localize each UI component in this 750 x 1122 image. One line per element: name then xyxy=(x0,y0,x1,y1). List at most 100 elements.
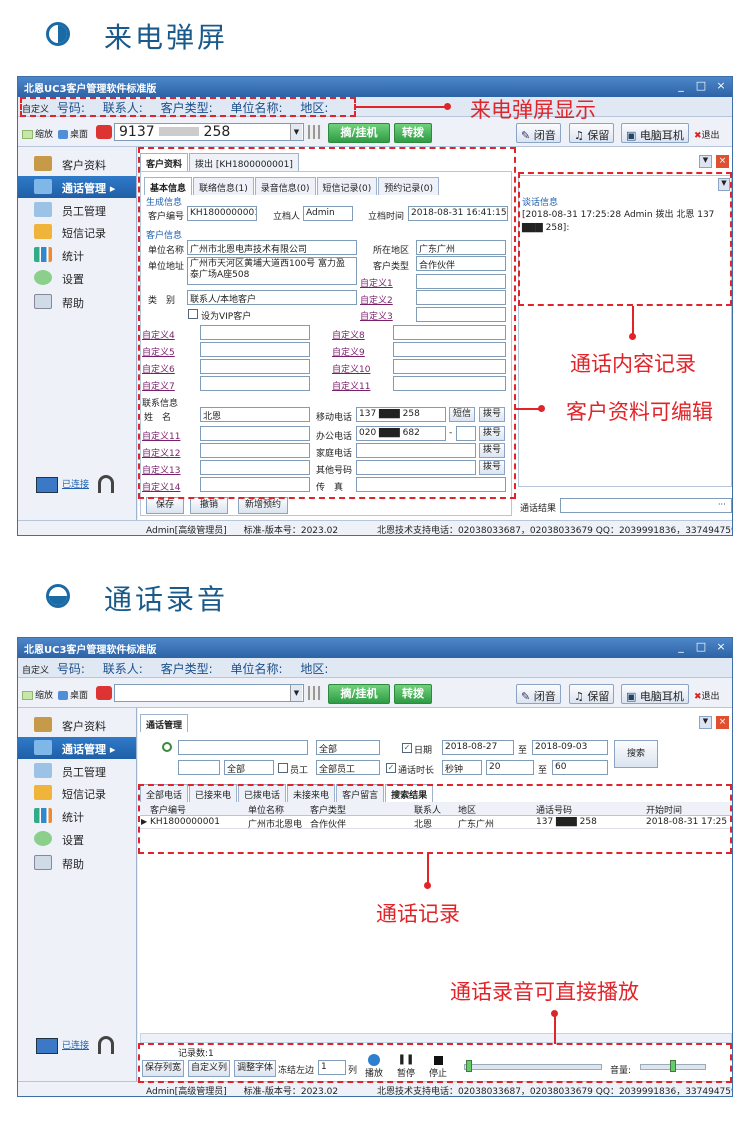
dropdown-arrow-icon-2[interactable]: ▼ xyxy=(290,685,302,701)
mute-button[interactable]: ✎ 闭音 xyxy=(516,123,561,143)
all-select-2[interactable]: 全部 xyxy=(224,760,274,775)
headset-status-icon xyxy=(98,475,114,493)
shrink-button[interactable]: 缩放 xyxy=(22,127,53,140)
chart-icon xyxy=(34,808,52,823)
hangup-button[interactable]: 摘/挂机 xyxy=(328,123,390,143)
exit-button[interactable]: ✖退出 xyxy=(694,128,720,141)
arrow-line-play xyxy=(554,1014,556,1044)
headphone-icon: ♫ xyxy=(574,690,584,703)
sidebar-item-staff[interactable]: 员工管理 xyxy=(18,199,136,221)
dropdown-arrow-icon[interactable]: ▼ xyxy=(290,124,302,140)
customer-icon xyxy=(34,156,52,171)
maximize-button[interactable]: □ xyxy=(694,80,708,93)
headset-button[interactable]: ▣ 电脑耳机 xyxy=(621,123,689,143)
new-appt-button[interactable]: 新增预约 xyxy=(238,497,288,514)
close-button-2[interactable]: × xyxy=(714,641,728,654)
sidebar-item-customers[interactable]: 客户资料 xyxy=(18,714,136,736)
connected-status[interactable]: 已连接 xyxy=(62,477,89,490)
phone-number-input-2[interactable] xyxy=(114,684,304,702)
custom-label-2[interactable]: 自定义 xyxy=(22,666,49,676)
computer-status-icon xyxy=(36,1038,58,1054)
date-checkbox[interactable]: ✓ xyxy=(402,743,412,753)
computer-icon: ▣ xyxy=(626,690,637,703)
date-from-field[interactable]: 2018-08-27 xyxy=(442,740,514,755)
annotation-edit: 客户资料可编辑 xyxy=(566,400,713,424)
arrow-line xyxy=(356,106,446,108)
sidebar-item-customers[interactable]: 客户资料 xyxy=(18,153,136,175)
status-bar: Admin[高级管理员] 标准-版本号：2023.02 北恩技术支持电话：020… xyxy=(18,520,732,535)
status-support-2: 北恩技术支持电话：02038033687，02038033679 QQ：2039… xyxy=(376,1087,733,1097)
status-user-2: Admin[高级管理员] xyxy=(146,1087,227,1097)
connected-status-2[interactable]: 已连接 xyxy=(62,1038,89,1051)
headphone-icon: ♫ xyxy=(574,129,584,142)
horizontal-scrollbar[interactable] xyxy=(140,1033,732,1043)
duration-from-field[interactable]: 20 xyxy=(486,760,534,775)
talk-result-more-icon[interactable]: ··· xyxy=(718,500,726,509)
caller-info-bar-2: 自定义 号码: 联系人: 客户类型: 单位名称: 地区: xyxy=(18,658,732,678)
collapse-icon-2[interactable]: ▼ xyxy=(699,716,712,729)
toolbar: 缩放 桌面 9137 258 ▼ 摘/挂机 转拨 ✎ 闭音 ♫ 保留 ▣ 电脑耳… xyxy=(18,117,732,147)
minimize-button-2[interactable]: _ xyxy=(674,641,688,654)
keyword-select[interactable] xyxy=(178,740,308,755)
sidebar-item-sms[interactable]: 短信记录 xyxy=(18,782,136,804)
tab-call-management[interactable]: 通话管理 xyxy=(140,714,189,732)
transfer-button-2[interactable]: 转拨 xyxy=(394,684,432,704)
keyword-input[interactable] xyxy=(178,760,220,775)
desktop-button-2[interactable]: 桌面 xyxy=(58,688,88,701)
settings-icon xyxy=(34,270,52,285)
sidebar-item-staff[interactable]: 员工管理 xyxy=(18,760,136,782)
mic-icon: ✎ xyxy=(521,690,531,703)
close-tab-icon-2[interactable]: × xyxy=(716,716,729,729)
half-circle-icon xyxy=(46,22,70,46)
save-button[interactable]: 保存 xyxy=(146,497,184,514)
headset-button-2[interactable]: ▣ 电脑耳机 xyxy=(621,684,689,704)
transfer-button[interactable]: 转拨 xyxy=(394,123,432,143)
undo-button[interactable]: 撤销 xyxy=(190,497,228,514)
to-label: 至 xyxy=(518,746,528,756)
mute-button-2[interactable]: ✎ 闭音 xyxy=(516,684,561,704)
talk-result-field[interactable] xyxy=(560,498,732,513)
search-button[interactable]: 搜索 xyxy=(614,740,658,768)
sidebar-item-calls[interactable]: 通话管理 ▸ xyxy=(18,737,136,759)
hangup-button-2[interactable]: 摘/挂机 xyxy=(328,684,390,704)
sidebar-item-settings[interactable]: 设置 xyxy=(18,828,136,850)
close-tab-icon[interactable]: × xyxy=(716,155,729,168)
duration-unit-select[interactable]: 秒钟 xyxy=(442,760,482,775)
customer-icon xyxy=(34,717,52,732)
sidebar: 客户资料 通话管理 ▸ 员工管理 短信记录 统计 设置 帮助 已连接 xyxy=(18,147,137,535)
to-label-2: 至 xyxy=(538,766,548,776)
keypad-icon[interactable] xyxy=(308,125,322,139)
section-title-recording: 通话录音 xyxy=(104,583,229,616)
close-button[interactable]: × xyxy=(714,80,728,93)
hold-button[interactable]: ♫ 保留 xyxy=(569,123,615,143)
staff-select[interactable]: 全部员工 xyxy=(316,760,380,775)
duration-to-field[interactable]: 60 xyxy=(552,760,608,775)
section-title-popup: 来电弹屏 xyxy=(104,21,229,54)
arrow-line-edit xyxy=(516,408,540,410)
phone-number-input[interactable]: 9137 258 xyxy=(114,123,304,141)
maximize-button-2[interactable]: □ xyxy=(694,641,708,654)
sidebar-item-stats[interactable]: 统计 xyxy=(18,805,136,827)
scope-select[interactable]: 全部 xyxy=(316,740,380,755)
sidebar-item-sms[interactable]: 短信记录 xyxy=(18,221,136,243)
date-to-field[interactable]: 2018-09-03 xyxy=(532,740,608,755)
collapse-icon[interactable]: ▼ xyxy=(699,155,712,168)
keypad-icon-2[interactable] xyxy=(308,686,322,700)
highlight-talk xyxy=(518,172,732,306)
sidebar-item-help[interactable]: 帮助 xyxy=(18,852,136,874)
sidebar-item-help[interactable]: 帮助 xyxy=(18,291,136,313)
minimize-button[interactable]: _ xyxy=(674,80,688,93)
sms-icon xyxy=(34,224,52,239)
desktop-button[interactable]: 桌面 xyxy=(58,127,88,140)
hold-button-2[interactable]: ♫ 保留 xyxy=(569,684,615,704)
staff-checkbox[interactable] xyxy=(278,763,288,773)
sidebar-item-stats[interactable]: 统计 xyxy=(18,244,136,266)
highlight-records xyxy=(138,784,732,854)
shrink-button-2[interactable]: 缩放 xyxy=(22,688,53,701)
call-icon xyxy=(34,179,52,194)
exit-button-2[interactable]: ✖退出 xyxy=(694,689,720,702)
sidebar-item-calls[interactable]: 通话管理 ▸ xyxy=(18,176,136,198)
annotation-records: 通话记录 xyxy=(376,902,460,926)
duration-checkbox[interactable]: ✓ xyxy=(386,763,396,773)
sidebar-item-settings[interactable]: 设置 xyxy=(18,267,136,289)
